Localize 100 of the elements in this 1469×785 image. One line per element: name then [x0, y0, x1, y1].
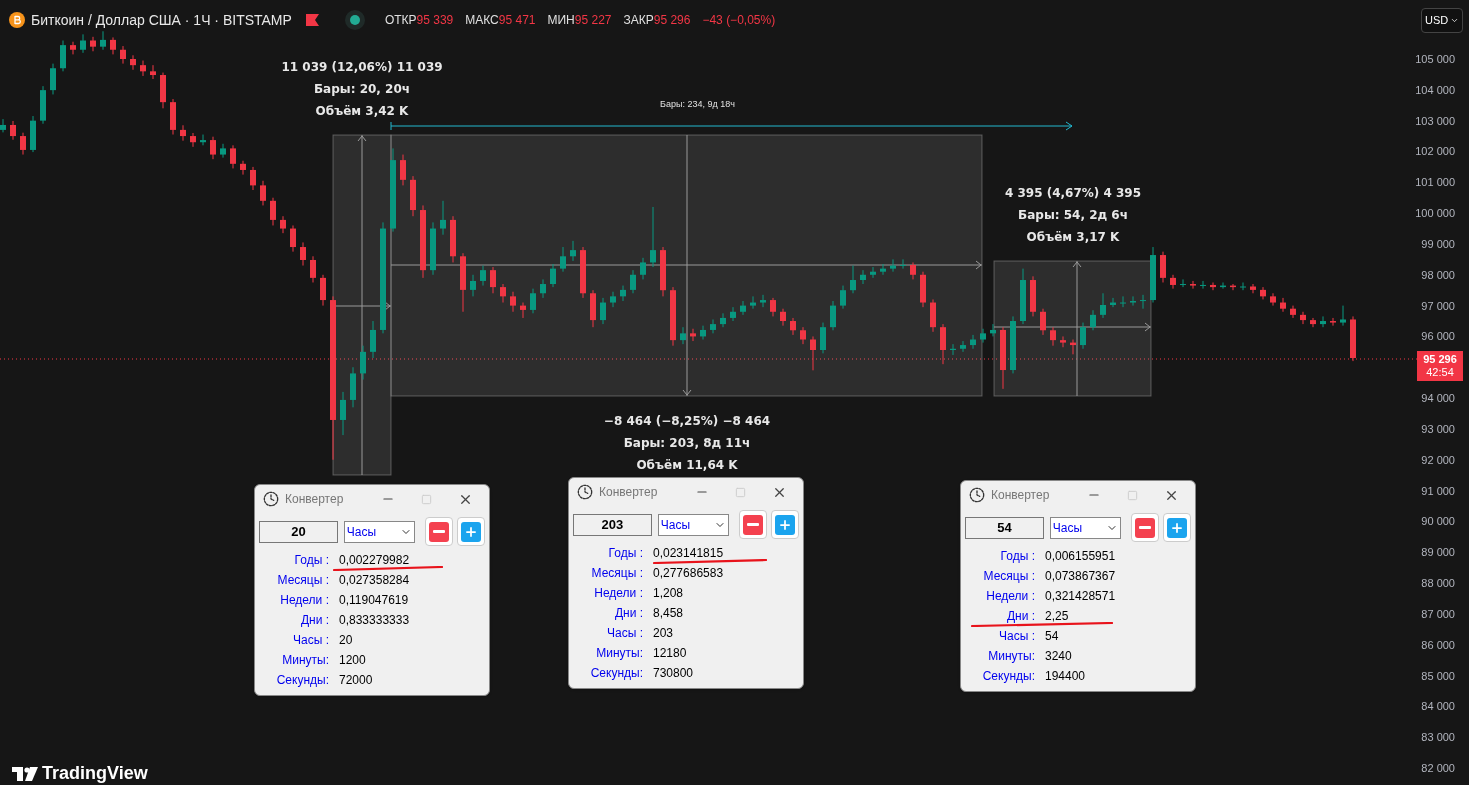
candle	[860, 269, 866, 285]
candle	[960, 340, 966, 353]
candle	[1080, 322, 1086, 350]
unit-label: Годы :	[293, 552, 329, 569]
unit-select[interactable]: Часы	[1049, 516, 1122, 539]
candle	[1060, 335, 1066, 348]
candle	[1190, 280, 1196, 290]
symbol-title: Биткоин / Доллар США · 1Ч · BITSTAMP	[31, 10, 292, 30]
converted-value: 203	[652, 625, 675, 642]
measure-label: 4 395 (4,67%) 4 395	[1004, 185, 1142, 202]
candle	[1200, 280, 1206, 290]
candle	[730, 306, 736, 322]
candle	[950, 343, 956, 356]
candle	[130, 54, 136, 71]
candle	[1170, 274, 1176, 290]
candle	[700, 325, 706, 340]
candle	[1350, 315, 1356, 362]
candle	[1290, 305, 1296, 319]
candle	[460, 252, 466, 313]
candle	[1150, 246, 1156, 304]
unit-label: Секунды:	[275, 672, 329, 689]
converted-value: 0,027358284	[338, 572, 411, 589]
candle	[490, 266, 496, 294]
candle	[810, 335, 816, 371]
currency-select[interactable]: USD	[1421, 8, 1463, 33]
candle	[1120, 295, 1126, 308]
candle	[0, 118, 6, 133]
candle	[300, 241, 306, 267]
price-tick: 86 000	[1421, 637, 1455, 653]
candle	[540, 278, 546, 299]
candle	[1270, 292, 1276, 307]
candle	[1020, 268, 1026, 325]
ohlc-label: МИН	[547, 12, 575, 29]
unit-select[interactable]: Часы	[657, 513, 730, 536]
candle	[610, 291, 616, 308]
candle	[140, 60, 146, 77]
candle	[640, 257, 646, 280]
candle	[1030, 275, 1036, 317]
increase-button[interactable]	[457, 517, 485, 546]
increase-button[interactable]	[771, 510, 799, 539]
candle	[160, 72, 166, 109]
candle	[580, 246, 586, 299]
chevron-icon	[1450, 16, 1459, 25]
price-tick: 83 000	[1421, 730, 1455, 746]
unit-label: Секунды:	[981, 668, 1035, 685]
converted-value: 72000	[338, 672, 374, 689]
measure-label: 11 039 (12,06%) 11 039	[281, 59, 443, 76]
unit-label: Дни :	[1005, 608, 1035, 625]
unit-select[interactable]: Часы	[343, 520, 416, 543]
measure-label: Бары: 20, 20ч	[313, 81, 410, 98]
candle	[250, 166, 256, 191]
converted-value: 54	[1044, 628, 1060, 645]
candle	[1140, 294, 1146, 310]
candle	[570, 240, 576, 262]
candle	[1310, 317, 1316, 328]
converted-value: 730800	[652, 665, 695, 682]
increase-button[interactable]	[1163, 513, 1191, 542]
candle	[740, 300, 746, 316]
decrease-button[interactable]	[425, 517, 454, 546]
minus-icon	[433, 530, 446, 533]
candle	[50, 63, 56, 95]
price-tick: 82 000	[1421, 761, 1455, 776]
number-field[interactable]: 203	[573, 513, 652, 536]
candle	[1050, 326, 1056, 347]
candle	[660, 246, 666, 297]
converted-value: 3240	[1044, 648, 1073, 665]
price-tick: 99 000	[1421, 236, 1455, 252]
candle	[350, 366, 356, 408]
candle	[260, 180, 266, 206]
ohlc-label: ЗАКР	[623, 12, 654, 29]
coin-icon	[9, 12, 25, 28]
ohlc-value: 95 296	[653, 12, 691, 29]
unit-label: Часы :	[606, 625, 643, 642]
converted-value: 0,277686583	[652, 565, 725, 582]
decrease-button[interactable]	[739, 510, 768, 539]
candle	[990, 323, 996, 337]
candle	[120, 45, 126, 65]
number-field[interactable]: 54	[965, 516, 1044, 539]
price-tick: 103 000	[1415, 113, 1455, 129]
candle	[190, 132, 196, 148]
decrease-button[interactable]	[1131, 513, 1160, 542]
converted-value: 0,023141815	[652, 545, 725, 562]
converted-value: 20	[338, 632, 354, 649]
candle	[890, 258, 896, 273]
candle	[680, 326, 686, 345]
candle	[900, 258, 906, 270]
clock-icon	[577, 484, 593, 500]
unit-label: Недели :	[593, 585, 643, 602]
clock-icon	[263, 491, 279, 507]
unit-label: Недели :	[279, 592, 329, 609]
candle	[1160, 251, 1166, 283]
candle	[870, 266, 876, 279]
candle	[60, 40, 66, 72]
candle	[210, 136, 216, 160]
candle	[1090, 309, 1096, 331]
price-tick: 89 000	[1421, 545, 1455, 561]
candle	[1230, 283, 1236, 291]
number-field[interactable]: 20	[259, 520, 338, 543]
candle	[40, 85, 46, 125]
measure-label: Объём 11,64 K	[636, 457, 738, 474]
